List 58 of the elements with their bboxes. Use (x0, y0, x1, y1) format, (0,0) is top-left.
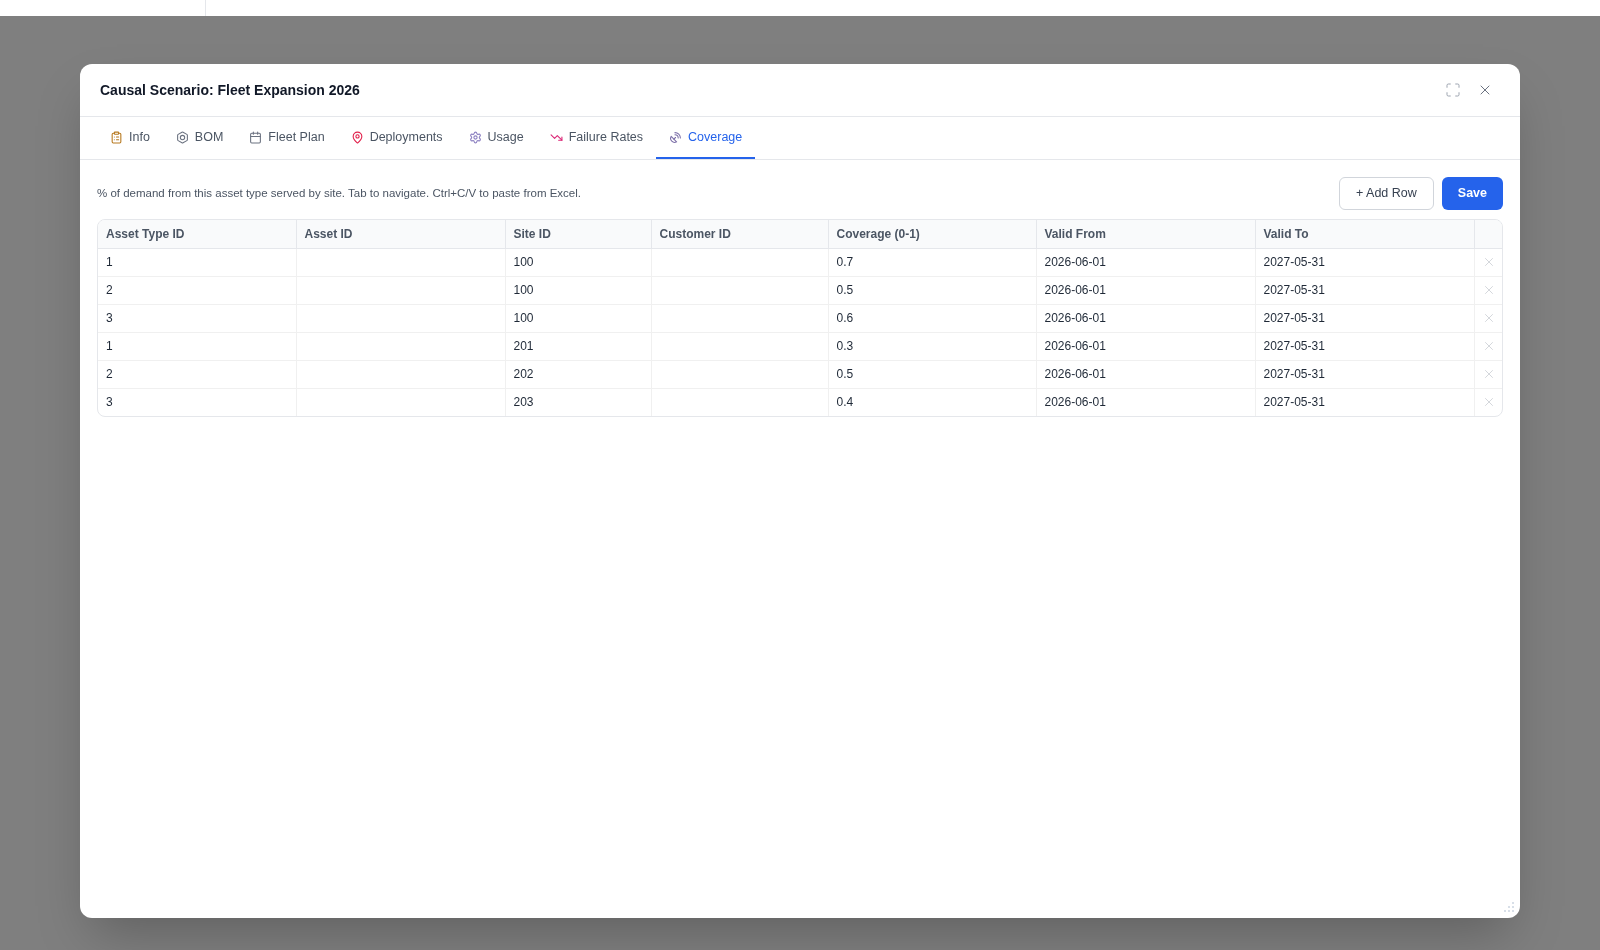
grid-cell[interactable]: 0.3 (828, 332, 1036, 360)
grid-cell[interactable]: 2027-05-31 (1255, 388, 1474, 416)
grid-cell[interactable]: 201 (505, 332, 651, 360)
grid-cell[interactable]: 2 (98, 276, 296, 304)
gear-icon (468, 130, 482, 144)
grid-cell[interactable]: 0.7 (828, 248, 1036, 276)
grid-cell[interactable]: 2026-06-01 (1036, 332, 1255, 360)
hint-text: % of demand from this asset type served by site. Tab to navigate. Ctrl+C/V to paste from Excel. (97, 185, 581, 201)
grid-cell[interactable]: 2026-06-01 (1036, 360, 1255, 388)
grid-cell[interactable]: 203 (505, 388, 651, 416)
grid-cell[interactable] (651, 248, 828, 276)
tab[interactable]: Coverage (656, 117, 756, 159)
tab[interactable]: Failure Rates (536, 117, 657, 159)
grid-cell[interactable]: 2027-05-31 (1255, 276, 1474, 304)
grid-cell[interactable]: 202 (505, 360, 651, 388)
grid-cell[interactable]: 2027-05-31 (1255, 360, 1474, 388)
tab[interactable]: Deployments (337, 117, 456, 159)
grid-cell[interactable]: 2026-06-01 (1036, 388, 1255, 416)
grid-cell[interactable]: 100 (505, 304, 651, 332)
grid-cell[interactable]: 2026-06-01 (1036, 276, 1255, 304)
column-header: Coverage (0-1) (828, 220, 1036, 248)
grid-cell[interactable]: 1 (98, 248, 296, 276)
grid-cell[interactable]: 0.5 (828, 276, 1036, 304)
grid-cell[interactable]: 100 (505, 248, 651, 276)
grid-cell[interactable] (296, 248, 505, 276)
clipboard-icon (110, 130, 123, 144)
tab[interactable]: Fleet Plan (236, 117, 338, 159)
column-header: Valid From (1036, 220, 1255, 248)
grid-cell[interactable]: 3 (98, 304, 296, 332)
save-button[interactable]: Save (1441, 177, 1503, 210)
grid-cell[interactable]: 100 (505, 276, 651, 304)
satellite-dish-icon (669, 130, 683, 144)
column-header: Customer ID (651, 220, 828, 248)
resize-grip-icon[interactable] (1504, 902, 1514, 912)
grid-cell[interactable]: 2026-06-01 (1036, 304, 1255, 332)
grid-cell[interactable]: 3 (98, 388, 296, 416)
calendar-icon (249, 130, 263, 144)
bolt-icon (175, 130, 189, 144)
column-header: Asset Type ID (98, 220, 296, 248)
grid-cell[interactable]: 2026-06-01 (1036, 248, 1255, 276)
grid-cell[interactable]: 1 (98, 332, 296, 360)
grid-cell[interactable]: 2027-05-31 (1255, 332, 1474, 360)
pin-icon (350, 130, 364, 144)
tab[interactable]: Info (97, 117, 163, 159)
grid-cell[interactable]: 2 (98, 360, 296, 388)
column-header: Site ID (505, 220, 651, 248)
maximize-icon (1445, 82, 1461, 98)
tab[interactable]: Usage (455, 117, 537, 159)
column-header: Valid To (1255, 220, 1474, 248)
grid-cell[interactable]: 0.4 (828, 388, 1036, 416)
column-header: Asset ID (296, 220, 505, 248)
grid-cell[interactable]: 2027-05-31 (1255, 248, 1474, 276)
grid-cell[interactable]: 2027-05-31 (1255, 304, 1474, 332)
grid-cell[interactable]: 0.6 (828, 304, 1036, 332)
tab[interactable]: BOM (162, 117, 237, 159)
grid-cell[interactable]: 0.5 (828, 360, 1036, 388)
dialog-title: Causal Scenario: Fleet Expansion 2026 (100, 80, 360, 100)
add-row-button[interactable]: + Add Row (1339, 177, 1434, 210)
